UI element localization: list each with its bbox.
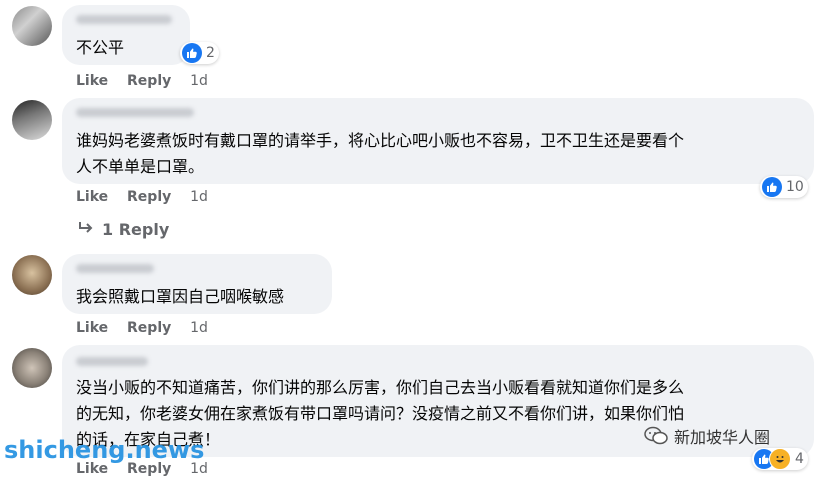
commenter-name[interactable] xyxy=(76,15,172,24)
comment-bubble: 不公平 xyxy=(62,5,190,65)
comment-text: 我会照戴口罩因自己咽喉敏感 xyxy=(76,287,285,306)
reaction-count[interactable]: 2 xyxy=(180,42,219,64)
brand-watermark: 新加坡华人圈 xyxy=(644,424,770,448)
comment-actions: Like Reply 1d xyxy=(76,320,222,336)
comment-actions: Like Reply 1d xyxy=(76,189,222,205)
commenter-name[interactable] xyxy=(76,357,148,366)
comment-text: 的无知，你老婆女佣在家煮饭有带口罩吗请问？没疫情之前又不看你们讲，如果你们怕 xyxy=(76,404,685,423)
comment-text: 人不单单是口罩。 xyxy=(76,157,205,176)
commenter-name[interactable] xyxy=(76,264,154,273)
avatar[interactable] xyxy=(12,6,52,46)
replies-label: 1 Reply xyxy=(102,220,170,239)
timestamp[interactable]: 1d xyxy=(190,73,208,89)
thumbs-up-icon xyxy=(182,43,202,63)
reaction-count[interactable]: 10 xyxy=(760,176,808,198)
comment-actions: Like Reply 1d xyxy=(76,73,222,89)
comment-text: 不公平 xyxy=(76,38,125,57)
comment-bubble: 我会照戴口罩因自己咽喉敏感 xyxy=(62,254,332,314)
like-button[interactable]: Like xyxy=(76,320,108,336)
comment-text: 谁妈妈老婆煮饭时有戴口罩的请举手，将心比心吧小贩也不容易，卫不卫生还是要看个 xyxy=(76,131,685,150)
timestamp[interactable]: 1d xyxy=(190,320,208,336)
reply-button[interactable]: Reply xyxy=(127,320,171,336)
like-button[interactable]: Like xyxy=(76,189,108,205)
haha-reaction-icon xyxy=(769,448,791,470)
timestamp[interactable]: 1d xyxy=(190,189,208,205)
brand-name: 新加坡华人圈 xyxy=(674,428,771,447)
avatar[interactable] xyxy=(12,255,52,295)
like-button[interactable]: Like xyxy=(76,73,108,89)
reply-button[interactable]: Reply xyxy=(127,73,171,89)
avatar[interactable] xyxy=(12,348,52,388)
wechat-icon xyxy=(644,426,668,446)
reaction-count[interactable]: 4 xyxy=(752,448,808,470)
reply-arrow-icon xyxy=(78,220,96,239)
commenter-name[interactable] xyxy=(76,108,194,117)
avatar[interactable] xyxy=(12,100,52,140)
site-watermark: shicheng.news xyxy=(4,436,205,464)
view-replies-link[interactable]: 1 Reply xyxy=(78,220,169,239)
comment-bubble: 谁妈妈老婆煮饭时有戴口罩的请举手，将心比心吧小贩也不容易，卫不卫生还是要看个 人… xyxy=(62,98,814,184)
thumbs-up-icon xyxy=(762,177,782,197)
reply-button[interactable]: Reply xyxy=(127,189,171,205)
comment-text: 没当小贩的不知道痛苦，你们讲的那么厉害，你们自己去当小贩看看就知道你们是多么 xyxy=(76,378,685,397)
